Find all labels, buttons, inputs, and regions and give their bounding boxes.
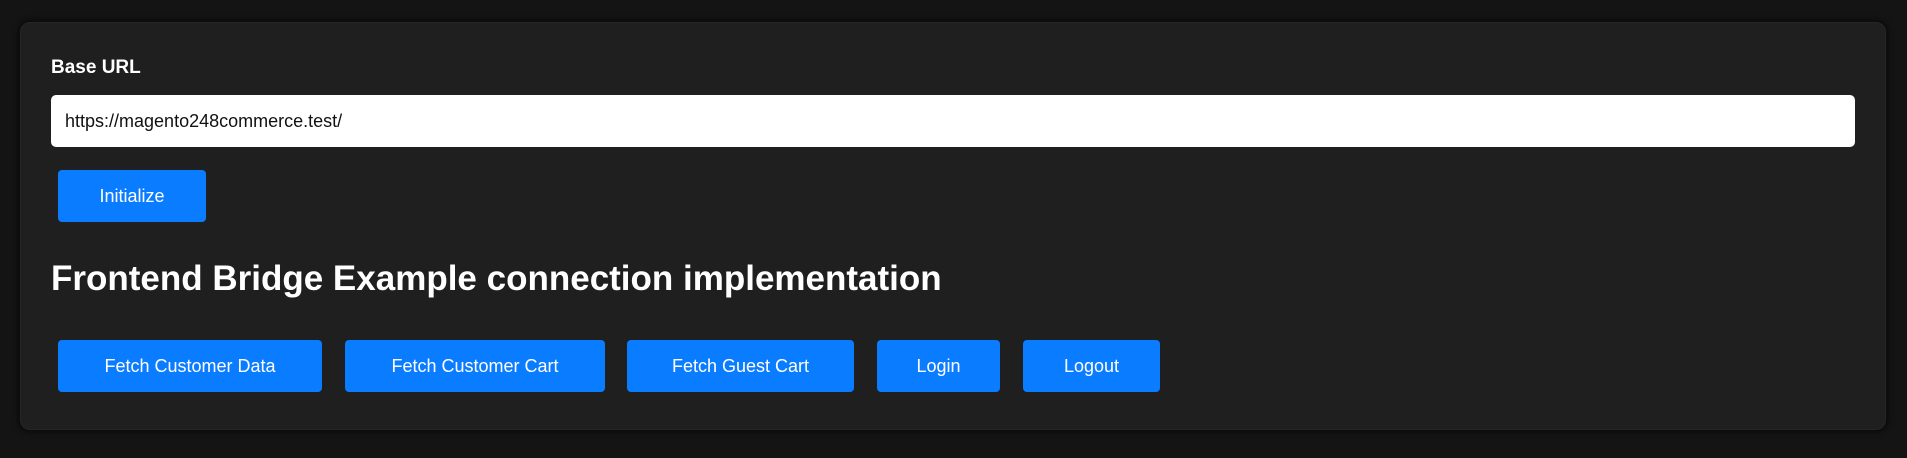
fetch-customer-cart-button[interactable]: Fetch Customer Cart [345,340,605,392]
base-url-input[interactable] [51,95,1855,147]
fetch-guest-cart-button[interactable]: Fetch Guest Cart [627,340,854,392]
logout-button[interactable]: Logout [1023,340,1160,392]
login-button[interactable]: Login [877,340,1000,392]
initialize-button[interactable]: Initialize [58,170,206,222]
main-panel: Base URL Initialize Frontend Bridge Exam… [20,22,1886,430]
base-url-label: Base URL [51,57,141,78]
section-title: Frontend Bridge Example connection imple… [51,259,942,298]
fetch-customer-data-button[interactable]: Fetch Customer Data [58,340,322,392]
